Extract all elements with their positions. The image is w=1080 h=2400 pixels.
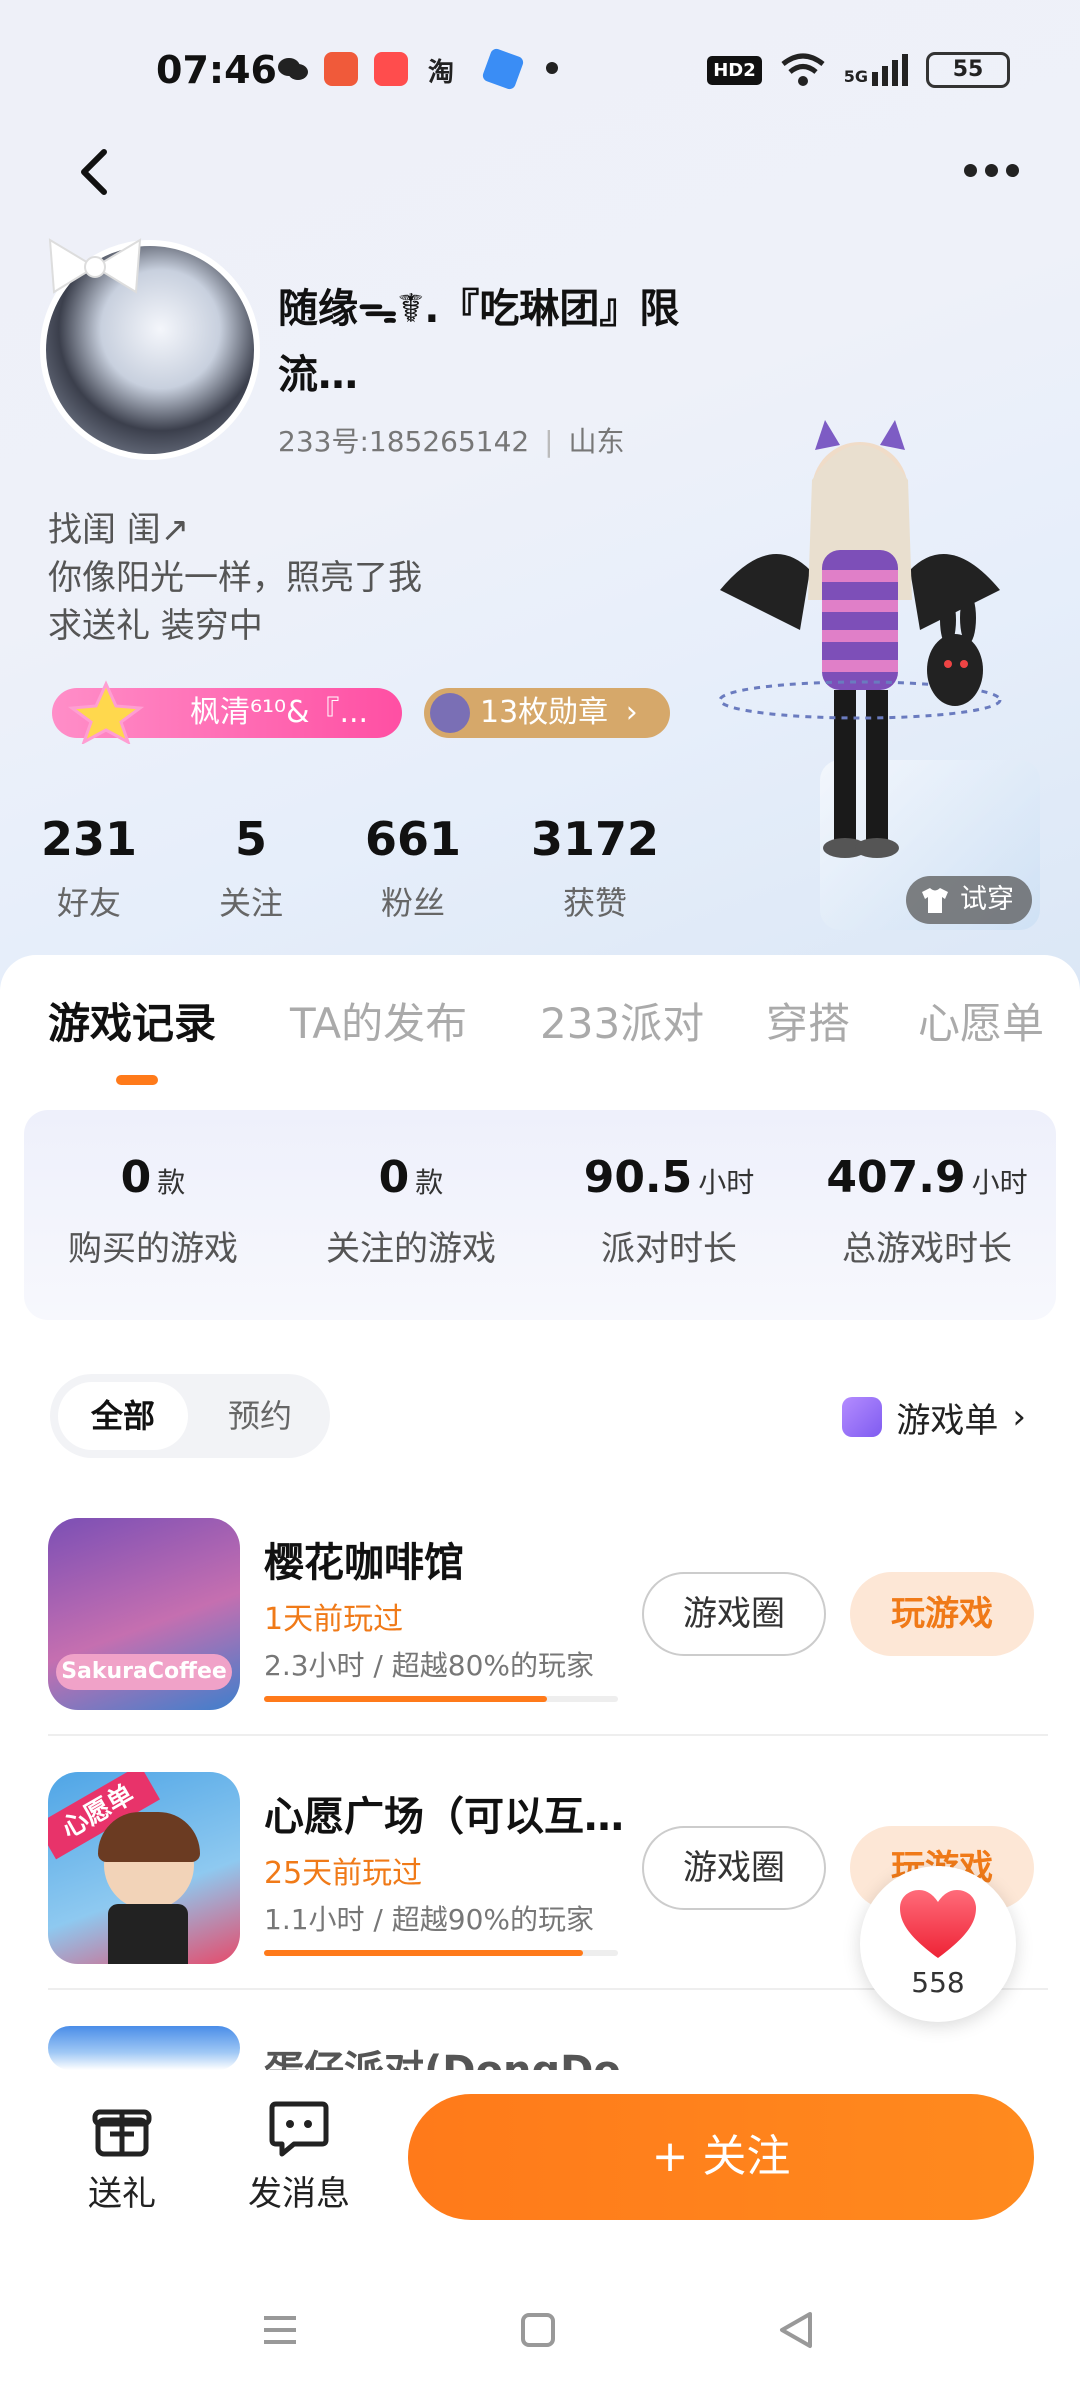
- menu-icon[interactable]: [260, 2310, 300, 2350]
- profile-bio: 找闺 闺↗ 你像阳光一样，照亮了我 求送礼 装穷中: [48, 506, 422, 650]
- bow-decoration-icon: [48, 238, 142, 294]
- group-badge[interactable]: 枫清⁶¹⁰&『...: [52, 680, 402, 744]
- game-list-link[interactable]: 游戏单 ›: [842, 1392, 1026, 1442]
- profile-id-line: 233号:185265142 | 山东: [278, 425, 625, 458]
- bio-line: 找闺 闺↗: [48, 510, 190, 550]
- gift-icon: [92, 2109, 152, 2157]
- playtime-progress-bar: [264, 1950, 618, 1956]
- game-circle-button[interactable]: 游戏圈: [642, 1826, 826, 1910]
- wifi-icon: [781, 53, 825, 86]
- follow-button[interactable]: + 关注: [408, 2094, 1034, 2220]
- play-game-button[interactable]: 玩游戏: [850, 1572, 1034, 1656]
- try-on-button[interactable]: 试穿: [906, 876, 1032, 924]
- sparkle-icon: [842, 1397, 883, 1437]
- tab-outfits[interactable]: 穿搭: [766, 990, 850, 1051]
- tab-game-records[interactable]: 游戏记录: [48, 990, 216, 1051]
- game-circle-button[interactable]: 游戏圈: [642, 1572, 826, 1656]
- taobao-icon: 淘: [428, 58, 455, 88]
- stat-fans[interactable]: 661 粉丝: [328, 812, 498, 924]
- chevron-right-icon: ›: [625, 695, 638, 730]
- profile-tabs: 游戏记录 TA的发布 233派对 穿搭 心愿单: [0, 990, 1080, 1050]
- avatar-character-figure[interactable]: [700, 420, 1020, 900]
- filter-reserve[interactable]: 预约: [200, 1382, 320, 1450]
- back-arrow-icon[interactable]: [76, 148, 116, 196]
- hd-voice-icon: HD2: [707, 55, 762, 85]
- stat-friends[interactable]: 231 好友: [4, 812, 174, 924]
- status-time: 07:46: [156, 48, 277, 92]
- more-options-button[interactable]: [964, 150, 1024, 190]
- profile-name: 随缘ᯓ☤.『吃琳团』限流…: [278, 286, 680, 398]
- video-app-icon: [374, 52, 408, 86]
- game-filter: 全部 预约: [50, 1374, 330, 1458]
- group-badge-label: 枫清⁶¹⁰&『...: [190, 695, 369, 730]
- game-summary: 0 款购买的游戏 0 款关注的游戏 90.5 小时 派对时长 407.9 小时 总游戏时长: [24, 1110, 1056, 1320]
- profile-location: 山东: [568, 425, 625, 458]
- system-navigation-bar: [0, 2280, 1080, 2400]
- summary-total-time: 407.9 小时 总游戏时长: [826, 1152, 1028, 1269]
- filter-all[interactable]: 全部: [58, 1382, 188, 1450]
- game-title: 心愿广场（可以互…: [264, 1794, 624, 1840]
- signal-icon: 5G: [844, 54, 908, 86]
- more-notifications-dot: [546, 62, 558, 74]
- game-playtime: 2.3小时 / 超越80%的玩家: [264, 1649, 594, 1682]
- chat-bubble-icon: [269, 2101, 329, 2157]
- divider: [48, 1734, 1048, 1736]
- bio-line: 你像阳光一样，照亮了我: [48, 558, 422, 598]
- stat-following[interactable]: 5 关注: [166, 812, 336, 924]
- game-icon-wish-plaza[interactable]: 心愿单: [48, 1772, 240, 1964]
- game-icon-eggy-party[interactable]: [48, 2026, 240, 2070]
- profile-id: 233号:185265142: [278, 425, 530, 458]
- active-tab-indicator: [116, 1075, 158, 1085]
- game-playtime: 1.1小时 / 超越90%的玩家: [264, 1903, 594, 1936]
- like-count: 558: [911, 1966, 965, 1999]
- tab-233-party[interactable]: 233派对: [540, 990, 704, 1051]
- medal-icon: [430, 693, 470, 733]
- app-notification-icon: [324, 52, 358, 86]
- home-icon[interactable]: [518, 2310, 558, 2350]
- medals-label: 13枚勋章: [480, 695, 609, 730]
- message-button[interactable]: 发消息: [244, 2100, 354, 2215]
- wechat-icon: [278, 58, 308, 80]
- back-triangle-icon[interactable]: [776, 2310, 816, 2350]
- star-icon: [67, 680, 145, 744]
- game-title: 樱花咖啡馆: [264, 1540, 464, 1586]
- medals-badge[interactable]: 13枚勋章 ›: [424, 688, 670, 738]
- gift-button[interactable]: 送礼: [84, 2100, 160, 2215]
- tab-posts[interactable]: TA的发布: [290, 990, 467, 1051]
- game-last-played: 1天前玩过: [264, 1602, 404, 1637]
- chevron-right-icon: ›: [1012, 1397, 1026, 1437]
- summary-purchased: 0 款购买的游戏: [68, 1152, 238, 1269]
- heart-icon: [900, 1890, 976, 1958]
- game-last-played: 25天前玩过: [264, 1856, 423, 1891]
- bio-line: 求送礼 装穷中: [48, 606, 263, 646]
- summary-followed: 0 款关注的游戏: [326, 1152, 496, 1269]
- playtime-progress-bar: [264, 1696, 618, 1702]
- summary-party-time: 90.5 小时 派对时长: [583, 1152, 755, 1269]
- like-button[interactable]: 558: [860, 1866, 1016, 2022]
- game-icon-sakura[interactable]: SakuraCoffee: [48, 1518, 240, 1710]
- battery-icon: 55: [926, 52, 1010, 88]
- browser-icon: [481, 47, 525, 91]
- stat-likes[interactable]: 3172 获赞: [510, 812, 680, 924]
- shirt-icon: [922, 888, 948, 913]
- status-bar: 07:46 淘 HD2 5G 55: [0, 44, 1080, 94]
- tab-wishlist[interactable]: 心愿单: [918, 990, 1044, 1051]
